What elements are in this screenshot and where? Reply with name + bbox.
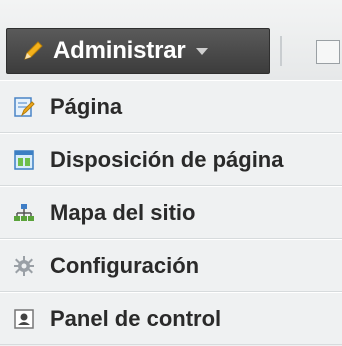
caret-down-icon xyxy=(195,47,208,55)
checkbox-square-icon[interactable] xyxy=(316,40,340,64)
administrar-label: Administrar xyxy=(53,37,186,64)
menu-item-configuracion[interactable]: Configuración xyxy=(0,239,342,292)
administrar-button[interactable]: Administrar xyxy=(6,28,270,74)
page-layout-icon xyxy=(12,148,36,172)
sitemap-icon xyxy=(12,201,36,225)
menu-item-label: Panel de control xyxy=(50,305,222,331)
menu-item-mapa-del-sitio[interactable]: Mapa del sitio xyxy=(0,186,342,239)
menu-item-label: Página xyxy=(50,93,123,119)
menu-item-label: Disposición de página xyxy=(50,146,284,172)
menu-item-pagina[interactable]: Página xyxy=(0,80,342,133)
menu-item-disposicion[interactable]: Disposición de página xyxy=(0,133,342,186)
menu-item-panel-de-control[interactable]: Panel de control xyxy=(0,292,342,345)
top-toolbar: Administrar xyxy=(0,0,342,81)
pencil-icon xyxy=(21,39,45,63)
menu-item-label: Mapa del sitio xyxy=(50,199,196,225)
user-panel-icon xyxy=(12,307,36,331)
toolbar-separator xyxy=(280,36,282,66)
menu-item-label: Configuración xyxy=(50,252,200,278)
page-edit-icon xyxy=(12,95,36,119)
gear-icon xyxy=(12,254,36,278)
admin-dropdown-menu: Página Disposición de página Mapa del si… xyxy=(0,80,342,346)
